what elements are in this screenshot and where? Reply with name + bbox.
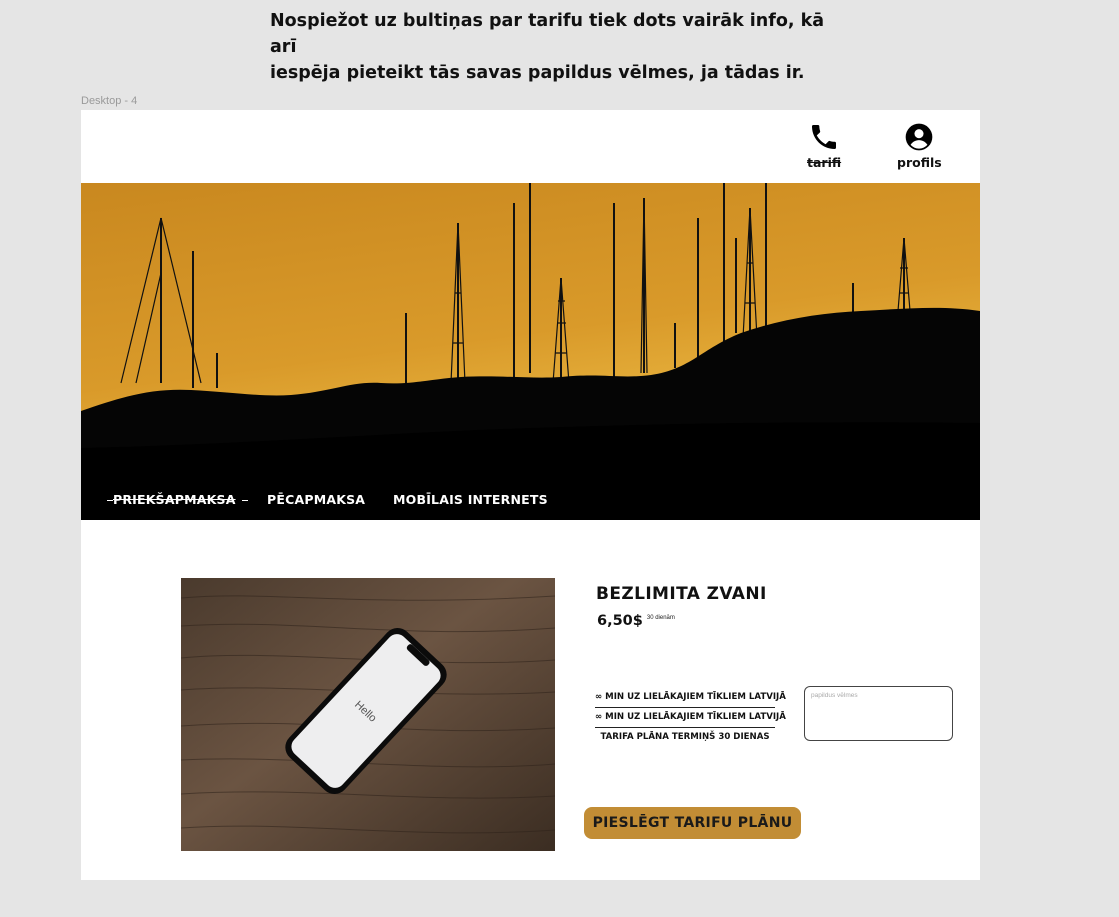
nav-item-tarifi[interactable]: tarifi [807, 121, 841, 170]
hero-banner-image [81, 183, 980, 520]
feature-item: TARIFA PLĀNA TERMIŅŠ 30 DIENAS [600, 732, 770, 742]
annotation-line-1: Nospiežot uz bultiņas par tarifu tiek do… [270, 11, 825, 57]
nav-label-tarifi: tarifi [807, 155, 842, 170]
tab-priekshapmaksa[interactable]: PRIEKŠAPMAKSA [107, 492, 248, 507]
price-period: 30 dienām [646, 615, 675, 621]
tab-mobilais-internets[interactable]: MOBĪLAIS INTERNETS [393, 492, 548, 507]
feature-item: ∞ MIN UZ LIELĀKAJIEM TĪKLIEM LATVIJĀ [595, 688, 786, 708]
plan-price: 6,50$ [597, 613, 643, 629]
product-photo-phone-on-table: Hello [181, 578, 555, 851]
user-circle-icon [906, 123, 933, 151]
tab-pecapmaksa[interactable]: PĒCAPMAKSA [267, 492, 365, 507]
desktop-frame: tarifi profils PRIEKŠAPMAKSA PĒCAPMAKSA … [81, 110, 980, 880]
phone-icon [812, 125, 837, 149]
feature-item: ∞ MIN UZ LIELĀKAJIEM TĪKLIEM LATVIJĀ [595, 708, 786, 728]
annotation-line-2: iespēja pieteikt tās savas papildus vēlm… [270, 63, 805, 83]
connect-plan-button[interactable]: PIESLĒGT TARIFU PLĀNU [584, 807, 801, 839]
plan-features-list: ∞ MIN UZ LIELĀKAJIEM TĪKLIEM LATVIJĀ ∞ M… [595, 688, 786, 747]
plan-title: BEZLIMITA ZVANI [596, 584, 767, 604]
nav-label-profils: profils [897, 155, 942, 170]
price-row: 6,50$ 30 dienām [597, 613, 675, 629]
plan-category-tabs: PRIEKŠAPMAKSA PĒCAPMAKSA MOBĪLAIS INTERN… [81, 492, 980, 516]
nav-item-profils[interactable]: profils [897, 121, 942, 170]
header: tarifi profils [81, 110, 980, 183]
frame-label: Desktop - 4 [81, 95, 138, 107]
additional-wishes-input[interactable] [804, 686, 953, 741]
annotation-note: Nospiežot uz bultiņas par tarifu tiek do… [270, 8, 830, 86]
